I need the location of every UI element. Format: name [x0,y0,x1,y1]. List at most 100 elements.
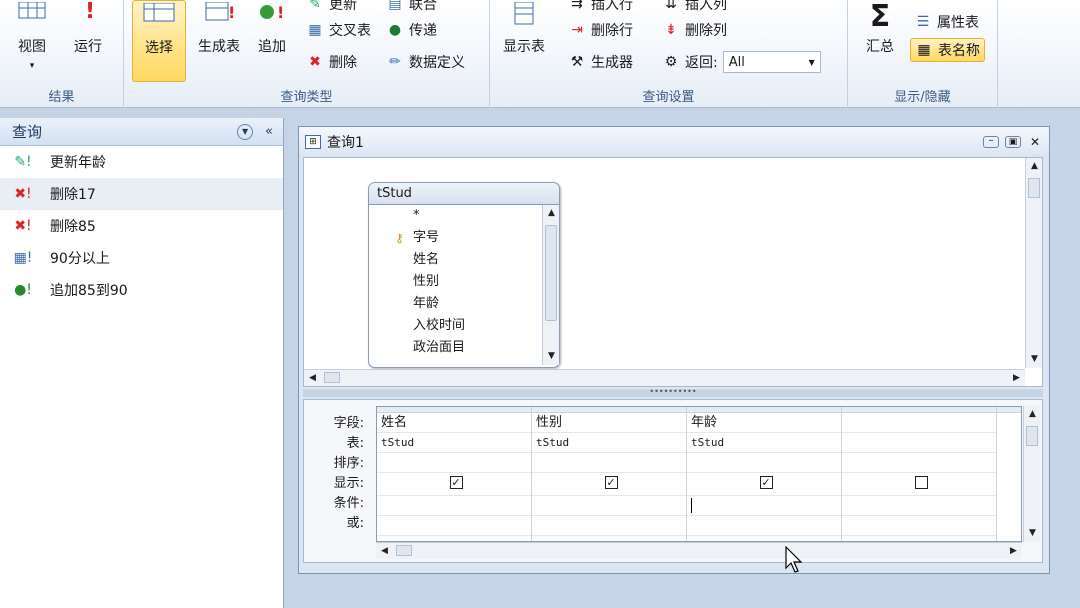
criteria-cell[interactable] [532,496,686,516]
field-list-item[interactable]: 入校时间 [369,315,559,337]
field-cell[interactable]: 性别 [532,413,686,433]
update-button[interactable]: ✎ 更新 [306,0,357,16]
data-definition-button[interactable]: ✏ 数据定义 [386,50,465,74]
field-list-item[interactable]: 年龄 [369,293,559,315]
builder-button[interactable]: ⚒ 生成器 [568,50,633,74]
show-table-button[interactable]: 显示表 [496,0,552,82]
nav-menu-icon[interactable]: ▼ [237,123,254,140]
select-query-button[interactable]: 选择 [132,0,186,82]
show-cell: ✓ [377,476,531,496]
grid-column-partial[interactable] [997,407,1021,541]
scroll-up-icon[interactable]: ▲ [1026,158,1043,175]
criteria-cell-active[interactable] [687,496,841,516]
field-list-item[interactable]: 姓名 [369,249,559,271]
table-names-button[interactable]: ▦ 表名称 [910,38,985,62]
or-cell[interactable] [687,516,841,536]
table-cell[interactable]: tStud [377,433,531,453]
sort-cell[interactable] [687,453,841,473]
or-cell[interactable] [532,516,686,536]
nav-item-update-age[interactable]: ✎! 更新年龄 [0,146,283,178]
scroll-down-icon[interactable]: ▼ [1026,351,1043,368]
table-field-list[interactable]: tStud * ⚷ 字号 姓名 性别 年龄 入校时间 政治面目 ▲ ▼ [368,182,560,368]
pane-splitter[interactable]: •••••••••• [303,388,1043,397]
field-cell[interactable]: 姓名 [377,413,531,433]
make-table-button[interactable]: ! 生成表 [190,0,248,82]
table-cell[interactable] [842,433,996,453]
insert-columns-button[interactable]: ⇊ 插入列 [662,0,727,16]
svg-text:!: ! [277,3,284,22]
sort-cell[interactable] [377,453,531,473]
scroll-right-icon[interactable]: ▶ [1008,370,1025,387]
restore-icon[interactable]: ▣ [1005,136,1021,148]
grid-column[interactable]: 年龄 tStud ✓ [687,407,842,541]
table-cell[interactable]: tStud [532,433,686,453]
grid-column[interactable]: 性别 tStud ✓ [532,407,687,541]
collapse-pane-icon[interactable]: « [265,124,273,139]
nav-item-delete-17[interactable]: ✖! 删除17 [0,178,283,210]
show-checkbox[interactable] [914,476,928,489]
field-list-item[interactable]: 政治面目 [369,337,559,359]
field-list-item-primary[interactable]: ⚷ 字号 [369,227,559,249]
or-cell[interactable] [377,516,531,536]
scroll-left-icon[interactable]: ◀ [376,543,393,560]
update-query-icon: ✎! [14,154,32,170]
field-cell[interactable]: 年龄 [687,413,841,433]
show-checkbox[interactable]: ✓ [604,476,618,489]
sort-cell[interactable] [532,453,686,473]
scroll-thumb[interactable] [324,372,340,383]
scroll-right-icon[interactable]: ▶ [1005,543,1022,560]
grid-column[interactable] [842,407,997,541]
show-checkbox[interactable]: ✓ [759,476,773,489]
delete-query-button[interactable]: ✖ 删除 [306,50,357,74]
delete-rows-button[interactable]: ⇥ 删除行 [568,18,633,42]
column-selector[interactable] [997,407,1021,413]
scroll-up-icon[interactable]: ▲ [1024,406,1041,423]
show-checkbox[interactable]: ✓ [449,476,463,489]
criteria-cell[interactable] [377,496,531,516]
view-dropdown-icon[interactable]: ▾ [30,61,35,71]
run-button[interactable]: ! 运行 [62,0,114,82]
property-sheet-button[interactable]: ☰ 属性表 [914,10,979,34]
view-button[interactable]: 视图 ▾ [6,0,58,82]
delete-columns-button[interactable]: ⇟ 删除列 [662,18,727,42]
grid-column[interactable]: 姓名 tStud ✓ [377,407,532,541]
append-icon: ! [260,3,284,22]
close-icon[interactable]: ✕ [1027,136,1043,148]
insert-rows-button[interactable]: ⇉ 插入行 [568,0,633,16]
totals-button[interactable]: Σ 汇总 [856,0,904,82]
grid-vscroll[interactable]: ▲ ▼ [1023,406,1040,542]
show-cell: ✓ [532,476,686,496]
field-list-item[interactable]: 性别 [369,271,559,293]
nav-item-90-and-above[interactable]: ▦! 90分以上 [0,242,283,274]
field-list-item[interactable]: * [369,205,559,227]
append-button[interactable]: ! 追加 [248,0,296,82]
scroll-thumb[interactable] [396,545,412,556]
crosstab-button[interactable]: ▦ 交叉表 [306,18,371,42]
table-pane-hscroll[interactable]: ◀ ▶ [304,369,1025,386]
sort-cell[interactable] [842,453,996,473]
scroll-down-icon[interactable]: ▼ [543,348,559,365]
criteria-cell[interactable] [842,496,996,516]
return-select[interactable]: All ▼ [722,51,821,73]
scroll-thumb[interactable] [1028,178,1040,198]
view-label: 视图 [18,39,46,55]
table-cell[interactable]: tStud [687,433,841,453]
scroll-down-icon[interactable]: ▼ [1024,525,1041,542]
minimize-icon[interactable]: – [983,136,999,148]
nav-item-append-85-to-90[interactable]: ●! 追加85到90 [0,274,283,306]
pass-through-button[interactable]: ● 传递 [386,18,437,42]
scroll-thumb[interactable] [1026,426,1038,446]
grid-hscroll[interactable]: ◀ ▶ [376,542,1022,559]
field-list-scrollbar[interactable]: ▲ ▼ [542,205,559,365]
table-field-list-title[interactable]: tStud [369,183,559,205]
svg-text:!: ! [228,3,235,22]
nav-title[interactable]: 查询 [12,121,237,142]
scroll-left-icon[interactable]: ◀ [304,370,321,387]
or-cell[interactable] [842,516,996,536]
table-pane-vscroll[interactable]: ▲ ▼ [1025,158,1042,368]
union-button[interactable]: ▤ 联合 [386,0,437,16]
scroll-thumb[interactable] [545,225,557,321]
nav-item-delete-85[interactable]: ✖! 删除85 [0,210,283,242]
scroll-up-icon[interactable]: ▲ [543,205,559,222]
field-cell[interactable] [842,413,996,433]
